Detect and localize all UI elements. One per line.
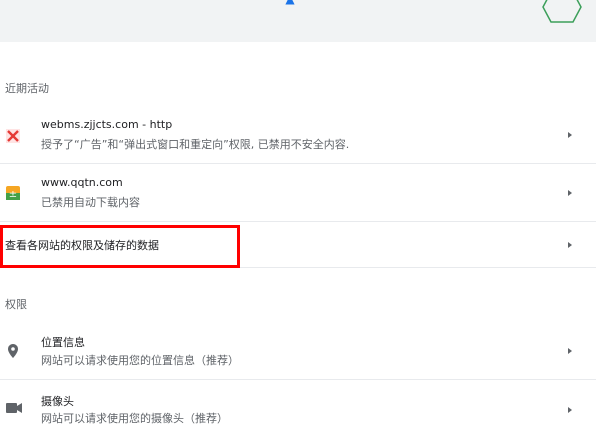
camera-icon bbox=[6, 403, 22, 413]
settings-icon: ▲ bbox=[283, 0, 297, 5]
recent-item-subtitle: 授予了“广告”和“弹出式窗口和重定向”权限, 已禁用不安全内容. bbox=[41, 138, 350, 151]
recent-item-qqtn[interactable]: ± www.qqtn.com 已禁用自动下载内容 bbox=[0, 164, 596, 222]
svg-text:±: ± bbox=[9, 189, 17, 200]
recent-item-subtitle: 已禁用自动下载内容 bbox=[41, 196, 140, 209]
permission-title: 摄像头 bbox=[41, 395, 74, 408]
chevron-right-icon bbox=[568, 348, 572, 354]
top-bar: ▲ bbox=[0, 0, 596, 42]
blocked-site-icon bbox=[6, 129, 20, 143]
chevron-right-icon bbox=[568, 407, 572, 413]
permissions-header: 权限 bbox=[5, 298, 27, 311]
recent-item-title: www.qqtn.com bbox=[41, 176, 123, 189]
permission-camera[interactable]: 摄像头 网站可以请求使用您的摄像头（推荐） bbox=[0, 380, 596, 425]
location-icon bbox=[8, 344, 18, 358]
recent-item-webms[interactable]: webms.zjjcts.com - http 授予了“广告”和“弹出式窗口和重… bbox=[0, 107, 596, 164]
recent-item-title: webms.zjjcts.com - http bbox=[41, 118, 173, 131]
permission-title: 位置信息 bbox=[41, 336, 85, 349]
chevron-right-icon bbox=[568, 242, 572, 248]
highlight-box bbox=[0, 225, 240, 268]
chevron-right-icon bbox=[568, 132, 572, 138]
recent-activity-header: 近期活动 bbox=[5, 82, 49, 95]
permission-subtitle: 网站可以请求使用您的位置信息（推荐） bbox=[41, 354, 239, 367]
chevron-right-icon bbox=[568, 190, 572, 196]
site-favicon: ± bbox=[6, 186, 20, 200]
hexagon-icon bbox=[542, 0, 582, 23]
permission-subtitle: 网站可以请求使用您的摄像头（推荐） bbox=[41, 412, 228, 425]
permission-location[interactable]: 位置信息 网站可以请求使用您的位置信息（推荐） bbox=[0, 322, 596, 380]
